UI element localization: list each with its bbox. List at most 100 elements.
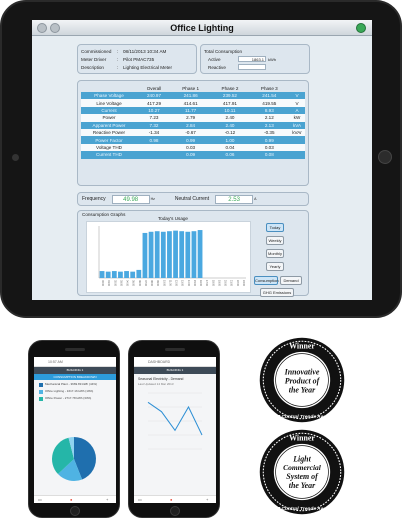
badge-line: Innovative: [284, 368, 320, 377]
table-cell-p2: 1.00: [210, 136, 250, 144]
badge-ring-text: 2017 Control Trends Awards: [268, 506, 335, 512]
x-tick-label: 21:00: [230, 280, 233, 287]
table-cell-overall: 7.23: [137, 114, 171, 122]
table-cell-p2: 0.06: [210, 151, 250, 159]
x-tick-label: 18:00: [211, 280, 214, 287]
chart-bar: [154, 231, 160, 278]
chart-bar: [179, 231, 185, 278]
legend-swatch-icon: [39, 397, 43, 401]
phone-speaker: [65, 348, 85, 351]
chart-bar: [130, 271, 136, 278]
chart-bar: [111, 271, 117, 278]
x-tick-label: 08:00: [150, 280, 153, 287]
table-cell-p3: 0.99: [249, 136, 289, 144]
usage-chart-area: 00:00 01:00 02:00 03:00 04:00 05:00 06:00 07:00…: [86, 221, 251, 293]
x-tick-label: 19:00: [217, 280, 220, 287]
table-cell-unit: kVA: [289, 121, 305, 129]
chart-bar: [167, 231, 172, 278]
table-row: Line Voltage 417.29 414.61 417.91 419.55 V: [81, 99, 305, 107]
x-tick-label: 10:00: [162, 280, 165, 287]
x-tick-label: 09:00: [156, 280, 159, 287]
legend-label: Office Power - 2717.78 kWh (33%): [45, 396, 92, 400]
reactive-label: Reactive: [208, 64, 226, 70]
legend-item: Office Lighting - 1617.16 kWh (19%): [39, 389, 111, 394]
table-cell-p3: 2.12: [249, 114, 289, 122]
table-cell-unit: [289, 136, 305, 144]
table-cell-p2: 2.40: [210, 114, 250, 122]
badge-ring-text: 2017 Control Trends Awards: [268, 414, 335, 420]
consumption-pie-chart: [52, 437, 97, 481]
table-cell-overall: 240.97: [137, 92, 171, 100]
window-title: Office Lighting: [170, 23, 234, 33]
table-header: Phase 3: [260, 85, 278, 91]
table-row: Power 7.23 2.79 2.40 2.12 kW: [81, 114, 305, 122]
monitor-icon[interactable]: ▭: [138, 497, 142, 502]
meter-driver-label: Meter Driver: [81, 56, 107, 62]
weekly-button[interactable]: Weekly: [266, 236, 284, 245]
phone1-building[interactable]: BUILDING 1: [34, 367, 116, 374]
table-cell-unit: kW: [289, 114, 305, 122]
alert-icon[interactable]: ●: [70, 497, 72, 502]
table-cell-p1: 0.09: [170, 151, 211, 159]
table-row: Reactive Power -1.34 -0.67 -0.12 -0.35 kVAr: [81, 128, 305, 137]
chart-bar: [160, 231, 166, 278]
chart-bar: [136, 269, 142, 278]
table-cell-name: Current: [81, 106, 137, 115]
phone2-header: DASHBOARD: [134, 357, 216, 367]
phone-home-button[interactable]: [170, 506, 180, 516]
monthly-button[interactable]: Monthly: [266, 249, 284, 258]
chart-bar: [99, 271, 105, 278]
phone2-screen: DASHBOARD BUILDING 1 Seasonal Electricit…: [134, 357, 216, 503]
measurements-panel: Overall Phase 1 Phase 2 Phase 3 Phase Volta…: [77, 80, 309, 186]
table-row: Apparent Power 7.32 2.84 2.40 2.13 kVA: [81, 121, 305, 129]
table-cell-unit: kVAr: [289, 128, 305, 137]
table-cell-name: Phase Voltage: [81, 92, 137, 100]
x-tick-label: 17:00: [205, 280, 208, 287]
x-tick-label: 14:00: [187, 280, 190, 287]
table-cell-name: Voltage THD: [81, 143, 137, 152]
add-icon[interactable]: +: [106, 497, 108, 502]
x-tick-label: 15:00: [193, 280, 196, 287]
neutral-current-label: Neutral Current: [174, 196, 210, 202]
frequency-value: 49.98: [111, 194, 150, 204]
demand-button[interactable]: Demand: [280, 276, 302, 285]
table-cell-name: Reactive Power: [81, 128, 137, 137]
ghg-emissions-button[interactable]: GHG Emissions: [260, 288, 294, 297]
demand-line-chart: [147, 392, 203, 450]
table-header: [289, 84, 305, 92]
reactive-value: [238, 64, 266, 70]
yearly-button[interactable]: Yearly: [266, 262, 284, 271]
x-tick-label: 07:00: [144, 280, 147, 287]
x-tick-label: 02:00: [113, 280, 116, 287]
table-header: Phase 2: [221, 85, 239, 91]
tablet-home-button[interactable]: [378, 150, 392, 164]
phone-home-button[interactable]: [70, 506, 80, 516]
badge-line: the Year: [289, 481, 316, 490]
x-tick-label: 03:00: [119, 280, 122, 287]
consumption-button[interactable]: Consumption: [254, 276, 279, 285]
table-cell-p3: 419.55: [249, 99, 289, 107]
legend-item: Mechanical Plant - 3669.89 kWh (44%): [39, 382, 111, 387]
phone2-chart-title: Seasonal Electricity - Demand: [138, 377, 184, 381]
legend-item: Office Power - 2717.78 kWh (33%): [39, 396, 111, 401]
frequency-unit: Hz: [150, 197, 155, 201]
x-tick-label: 11:00: [168, 280, 171, 286]
phone2-building[interactable]: BUILDING 1: [134, 367, 216, 374]
phone1-header: 10:57 AM: [34, 357, 116, 367]
window-titlebar: Office Lighting: [32, 20, 372, 36]
monitor-icon[interactable]: ▭: [38, 497, 42, 502]
table-cell-p2: -0.12: [210, 128, 250, 137]
table-cell-p2: 2.40: [210, 121, 250, 129]
table-cell-p1: 2.84: [170, 121, 211, 129]
legend-swatch-icon: [39, 390, 43, 394]
table-cell-p1: 414.61: [170, 99, 211, 107]
add-icon[interactable]: +: [206, 497, 208, 502]
tablet-device: Office Lighting Commissioned:08/11/2013 …: [0, 0, 402, 318]
table-cell-overall: -1.34: [137, 128, 171, 137]
table-cell-name: Power: [81, 114, 137, 122]
today-button[interactable]: Today: [266, 223, 284, 232]
alert-icon[interactable]: ●: [170, 497, 172, 502]
legend-swatch-icon: [39, 383, 43, 387]
table-row: Voltage THD 0.03 0.04 0.03: [81, 143, 305, 152]
chart-bar: [118, 271, 123, 278]
